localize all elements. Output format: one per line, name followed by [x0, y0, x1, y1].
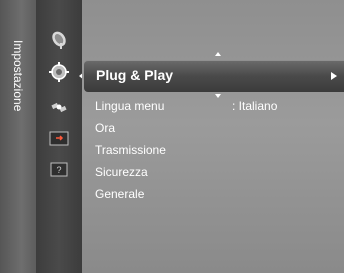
submenu-arrow-icon: [331, 72, 337, 80]
input-icon[interactable]: [44, 127, 74, 151]
help-icon[interactable]: ?: [44, 158, 74, 182]
scroll-down-indicator: [215, 94, 221, 98]
lingua-menu-value: : Italiano: [232, 99, 278, 113]
settings-screen: Impostazione ? Plug & Play Lingua menu:…: [0, 0, 344, 273]
section-title: Impostazione: [11, 40, 25, 112]
gear-icon[interactable]: [44, 60, 74, 84]
category-icon-column: ?: [36, 0, 82, 273]
help-glyph: ?: [56, 165, 61, 175]
menu-item-label: Plug & Play: [96, 67, 174, 83]
scroll-up-indicator: [215, 52, 221, 56]
menu-item-ora[interactable]: Ora: [95, 119, 115, 137]
menu-item-plug-and-play[interactable]: Plug & Play: [84, 60, 344, 92]
menu-item-trasmissione[interactable]: Trasmissione: [95, 141, 166, 159]
menu-item-generale[interactable]: Generale: [95, 185, 144, 203]
satellite-icon[interactable]: [44, 95, 74, 119]
menu-item-lingua-menu[interactable]: Lingua menu: [95, 97, 164, 115]
section-rail: Impostazione: [0, 0, 36, 273]
menu-item-sicurezza[interactable]: Sicurezza: [95, 163, 148, 181]
menu-panel: [82, 0, 344, 273]
satellite-dish-icon[interactable]: [44, 28, 74, 52]
